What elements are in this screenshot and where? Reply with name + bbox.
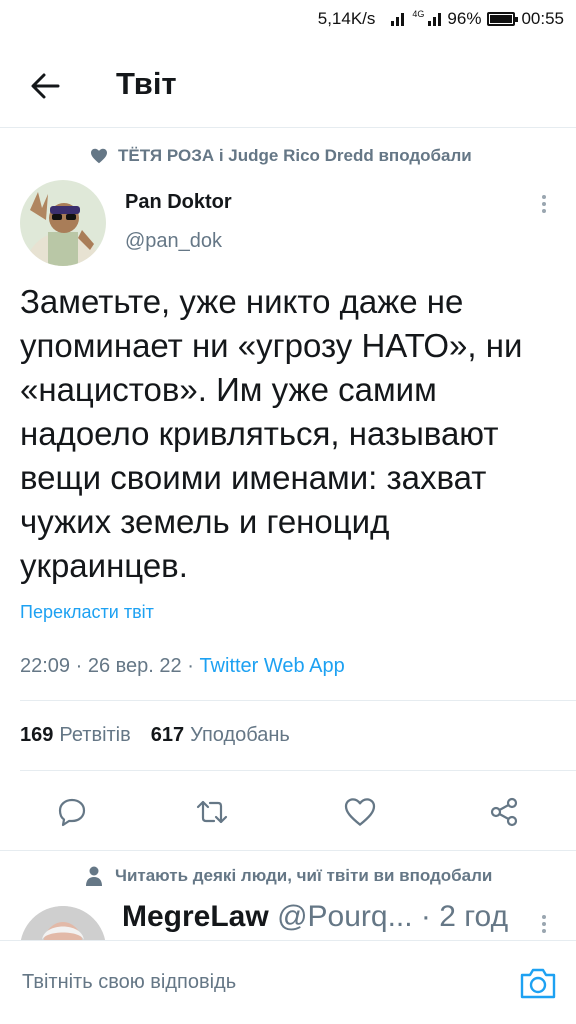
reply-button[interactable] — [50, 790, 94, 834]
signal-icon — [391, 12, 405, 26]
section-divider — [0, 850, 576, 851]
heart-outline-icon — [344, 798, 376, 826]
top-app-bar: Твіт — [0, 44, 576, 128]
battery-icon — [487, 12, 519, 26]
next-tweet-author-handle: @Pourq... — [277, 900, 413, 933]
tweet-text: Заметьте, уже никто даже не упоминает ни… — [20, 283, 523, 584]
arrow-left-icon — [31, 73, 60, 99]
network-type: 4G — [412, 9, 425, 19]
status-bar: 5,14K/s 4G 96% 00:55 — [0, 0, 576, 40]
tweet-stats: 169 Ретвітів 617 Уподобань — [20, 724, 290, 747]
camera-button[interactable] — [518, 965, 558, 1001]
retweet-button[interactable] — [190, 790, 234, 834]
next-tweet-author-name: MegreLaw — [122, 900, 269, 933]
retweets-stat[interactable]: 169 Ретвітів — [20, 724, 131, 747]
share-icon — [490, 797, 518, 827]
divider — [20, 700, 576, 701]
more-dot-icon — [542, 915, 546, 919]
next-tweet-time: 2 год — [439, 900, 509, 933]
battery-percent: 96% — [447, 9, 482, 28]
person-icon — [86, 866, 102, 886]
retweets-count: 169 — [20, 724, 54, 746]
author-name[interactable]: Pan Doktor — [125, 191, 232, 214]
status-bar-right: 5,14K/s 4G 96% 00:55 — [318, 9, 564, 29]
heart-filled-icon — [91, 148, 107, 164]
author-avatar[interactable] — [20, 180, 106, 266]
more-dot-icon — [542, 202, 546, 206]
next-tweet-header[interactable]: MegreLaw @Pourq... · 2 год — [122, 900, 542, 934]
next-tweet-context: Читають деякі люди, чиї твіти ви вподоба… — [85, 866, 492, 886]
share-button[interactable] — [482, 790, 526, 834]
social-context[interactable]: ТЁТЯ РОЗА і Judge Rico Dredd вподобали — [90, 146, 472, 166]
divider — [20, 770, 576, 771]
more-dot-icon — [542, 922, 546, 926]
more-options-button[interactable] — [532, 190, 556, 218]
page-title: Твіт — [116, 66, 177, 101]
meta-separator: · — [187, 655, 200, 677]
like-button[interactable] — [338, 790, 382, 834]
tweet-meta: 22:09 · 26 вер. 22 · Twitter Web App — [20, 655, 345, 678]
reply-composer-bar: Твітніть свою відповідь — [0, 940, 576, 1024]
tweet-time: 22:09 — [20, 655, 71, 677]
translate-tweet-link[interactable]: Перекласти твіт — [20, 602, 154, 623]
meta-separator: · — [420, 900, 440, 933]
tweet-action-bar — [0, 790, 576, 834]
author-handle[interactable]: @pan_dok — [125, 230, 222, 253]
next-tweet-context-text: Читають деякі люди, чиї твіти ви вподоба… — [115, 866, 493, 885]
more-dot-icon — [542, 195, 546, 199]
clock: 00:55 — [521, 9, 564, 28]
reply-input[interactable]: Твітніть свою відповідь — [22, 971, 236, 994]
more-dot-icon — [542, 929, 546, 933]
camera-icon — [520, 968, 556, 999]
retweet-icon — [196, 800, 228, 824]
signal-4g-icon — [428, 12, 442, 26]
tweet-source-link[interactable]: Twitter Web App — [199, 655, 344, 677]
tweet-date: 26 вер. 22 — [87, 655, 182, 677]
retweets-label: Ретвітів — [59, 724, 131, 746]
meta-separator: · — [75, 655, 88, 677]
reply-icon — [58, 798, 86, 827]
more-dot-icon — [542, 209, 546, 213]
likes-label: Уподобань — [190, 724, 290, 746]
network-speed: 5,14K/s — [317, 9, 376, 28]
back-button[interactable] — [24, 64, 68, 108]
next-tweet-more-button[interactable] — [534, 910, 554, 938]
likes-stat[interactable]: 617 Уподобань — [151, 724, 290, 747]
avatar-image — [20, 180, 106, 266]
social-context-text: ТЁТЯ РОЗА і Judge Rico Dredd вподобали — [118, 146, 472, 165]
likes-count: 617 — [150, 724, 185, 746]
